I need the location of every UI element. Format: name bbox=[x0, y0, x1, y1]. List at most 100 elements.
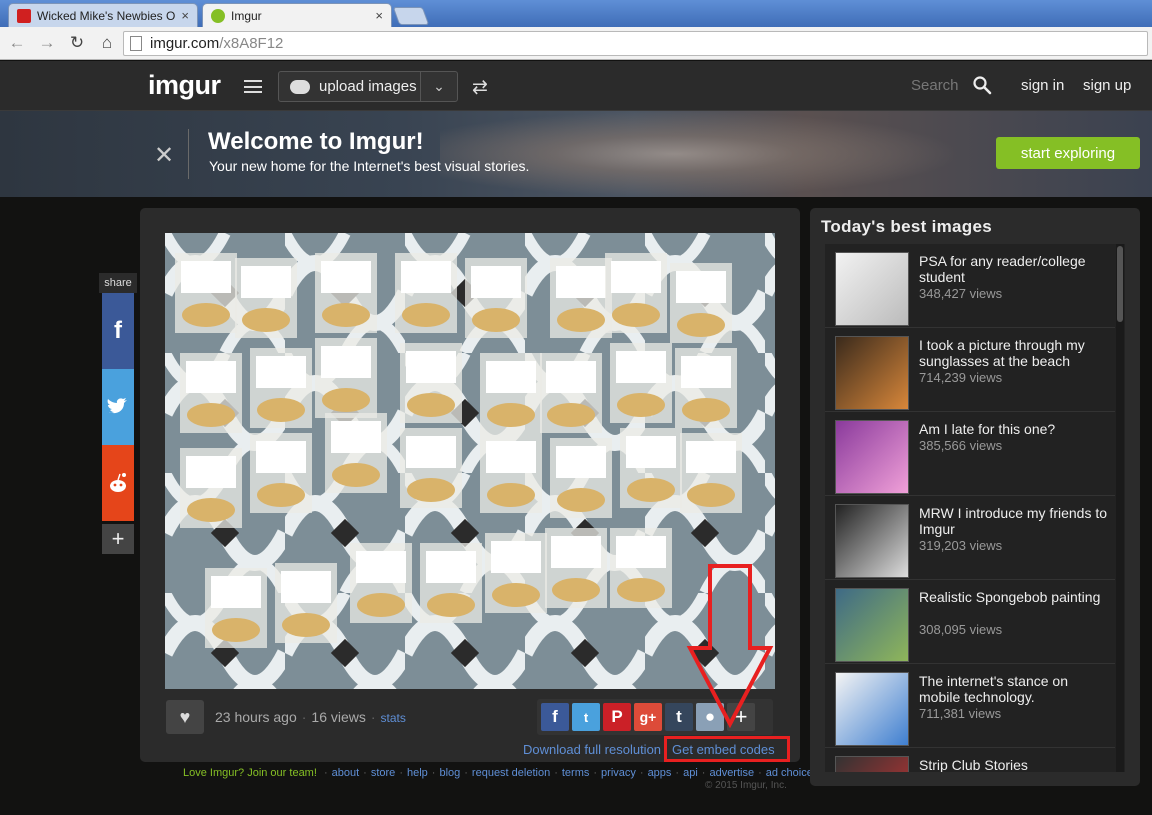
back-icon[interactable]: ← bbox=[4, 30, 30, 56]
sidebar-item-title[interactable]: MRW I introduce my friends to Imgur bbox=[919, 505, 1109, 537]
facebook-share-button[interactable]: f bbox=[102, 293, 134, 369]
close-tab-icon[interactable]: × bbox=[181, 8, 189, 23]
sidebar-item-title[interactable]: The internet's stance on mobile technolo… bbox=[919, 673, 1109, 705]
facebook-icon[interactable]: f bbox=[541, 703, 569, 731]
sidebar-item[interactable]: Realistic Spongebob painting 308,095 view… bbox=[825, 580, 1115, 664]
packet-label bbox=[356, 551, 406, 583]
sign-up-link[interactable]: sign up bbox=[1083, 77, 1131, 94]
stats-link[interactable]: stats bbox=[381, 711, 406, 725]
google-plus-icon[interactable]: g+ bbox=[634, 703, 662, 731]
seeds bbox=[612, 303, 660, 327]
annotation-highlight-box bbox=[664, 736, 790, 762]
sidebar-item[interactable]: Am I late for this one? 385,566 views bbox=[825, 412, 1115, 496]
favicon-icon bbox=[17, 8, 31, 23]
footer-link-help[interactable]: help bbox=[407, 767, 428, 779]
seeds bbox=[322, 388, 370, 412]
search-input[interactable]: Search bbox=[911, 77, 959, 94]
seeds bbox=[407, 478, 455, 502]
seed-packets-photo bbox=[165, 233, 775, 689]
footer-link-advertise[interactable]: advertise bbox=[709, 767, 754, 779]
sidebar-item-thumbnail[interactable] bbox=[835, 252, 909, 326]
new-tab-button[interactable] bbox=[392, 7, 430, 25]
sidebar-item-title[interactable]: Realistic Spongebob painting bbox=[919, 589, 1109, 605]
sidebar-item-title[interactable]: I took a picture through my sunglasses a… bbox=[919, 337, 1109, 369]
sidebar-scrollbar-thumb[interactable] bbox=[1117, 246, 1123, 322]
post-time: 23 hours ago bbox=[215, 709, 297, 725]
footer-link-about[interactable]: about bbox=[332, 767, 360, 779]
hamburger-menu-icon[interactable] bbox=[244, 80, 262, 93]
page-icon bbox=[130, 36, 142, 51]
seeds bbox=[402, 303, 450, 327]
home-icon[interactable]: ⌂ bbox=[94, 30, 120, 56]
tab-wicked-mike[interactable]: Wicked Mike's Newbies O × bbox=[8, 3, 198, 27]
footer-link-terms[interactable]: terms bbox=[562, 767, 590, 779]
sign-in-link[interactable]: sign in bbox=[1021, 77, 1064, 94]
sidebar-item-thumbnail[interactable] bbox=[835, 336, 909, 410]
pinterest-icon[interactable]: P bbox=[603, 703, 631, 731]
footer-link-blog[interactable]: blog bbox=[439, 767, 460, 779]
cloud-upload-icon bbox=[290, 79, 310, 94]
packet-label bbox=[686, 441, 736, 473]
sidebar-item-title[interactable]: PSA for any reader/college student bbox=[919, 253, 1109, 285]
sidebar-item[interactable]: I took a picture through my sunglasses a… bbox=[825, 328, 1115, 412]
seeds bbox=[407, 393, 455, 417]
sidebar-item-views: 319,203 views bbox=[919, 538, 1003, 553]
address-bar[interactable]: imgur.com/x8A8F12 bbox=[123, 31, 1148, 56]
seeds bbox=[427, 593, 475, 617]
sidebar-item-title[interactable]: Strip Club Stories bbox=[919, 757, 1109, 772]
more-share-button[interactable]: + bbox=[102, 524, 134, 554]
search-icon[interactable] bbox=[972, 75, 992, 95]
sidebar-item-title[interactable]: Am I late for this one? bbox=[919, 421, 1109, 437]
best-images-list: PSA for any reader/college student 348,42… bbox=[825, 244, 1125, 772]
sidebar-item-thumbnail[interactable] bbox=[835, 420, 909, 494]
footer-link-request-deletion[interactable]: request deletion bbox=[472, 767, 550, 779]
start-exploring-button[interactable]: start exploring bbox=[996, 137, 1140, 169]
copyright: © 2015 Imgur, Inc. bbox=[705, 780, 787, 791]
like-heart-button[interactable]: ♥ bbox=[166, 700, 204, 734]
close-icon[interactable]: ✕ bbox=[154, 141, 174, 170]
twitter-icon[interactable]: t bbox=[572, 703, 600, 731]
forward-icon[interactable]: → bbox=[34, 30, 60, 56]
join-team-link[interactable]: Love Imgur? Join our team! bbox=[183, 767, 317, 779]
browser-tab-strip: Wicked Mike's Newbies O × Imgur × bbox=[0, 0, 1152, 27]
annotation-arrow-icon bbox=[686, 564, 774, 729]
chevron-down-icon[interactable]: ⌄ bbox=[421, 78, 457, 95]
footer-link-store[interactable]: store bbox=[371, 767, 395, 779]
upload-images-button[interactable]: upload images ⌄ bbox=[278, 71, 458, 102]
seeds bbox=[242, 308, 290, 332]
sidebar-item[interactable]: PSA for any reader/college student 348,42… bbox=[825, 244, 1115, 328]
packet-label bbox=[546, 361, 596, 393]
sidebar-item-thumbnail[interactable] bbox=[835, 756, 909, 772]
packet-label bbox=[321, 261, 371, 293]
seeds bbox=[677, 313, 725, 337]
sidebar-item-views: 711,381 views bbox=[919, 706, 1002, 721]
tab-imgur[interactable]: Imgur × bbox=[202, 3, 392, 27]
seeds bbox=[332, 463, 380, 487]
footer-link-apps[interactable]: apps bbox=[648, 767, 672, 779]
reddit-share-button[interactable] bbox=[102, 445, 134, 521]
sidebar-item[interactable]: The internet's stance on mobile technolo… bbox=[825, 664, 1115, 748]
close-tab-icon[interactable]: × bbox=[375, 8, 383, 23]
sidebar-item[interactable]: MRW I introduce my friends to Imgur 319,2… bbox=[825, 496, 1115, 580]
imgur-logo[interactable]: imgur bbox=[148, 70, 221, 101]
sidebar-item-thumbnail[interactable] bbox=[835, 504, 909, 578]
download-full-resolution-link[interactable]: Download full resolution bbox=[523, 742, 661, 757]
upload-label: upload images bbox=[319, 78, 417, 95]
seeds bbox=[257, 398, 305, 422]
imgur-header: imgur upload images ⌄ ⇄ Search sign in s… bbox=[0, 61, 1152, 111]
sidebar-item[interactable]: Strip Club Stories bbox=[825, 748, 1115, 772]
packet-label bbox=[426, 551, 476, 583]
packet-label bbox=[676, 271, 726, 303]
seeds bbox=[687, 483, 735, 507]
twitter-share-button[interactable] bbox=[102, 369, 134, 445]
sidebar-scrollbar[interactable] bbox=[1116, 244, 1124, 772]
packet-label bbox=[186, 361, 236, 393]
sidebar-item-thumbnail[interactable] bbox=[835, 588, 909, 662]
post-image[interactable] bbox=[165, 233, 775, 689]
seeds bbox=[547, 403, 595, 427]
footer-link-privacy[interactable]: privacy bbox=[601, 767, 636, 779]
sidebar-item-thumbnail[interactable] bbox=[835, 672, 909, 746]
reload-icon[interactable]: ↻ bbox=[64, 30, 90, 56]
shuffle-icon[interactable]: ⇄ bbox=[472, 76, 488, 99]
footer-link-api[interactable]: api bbox=[683, 767, 698, 779]
